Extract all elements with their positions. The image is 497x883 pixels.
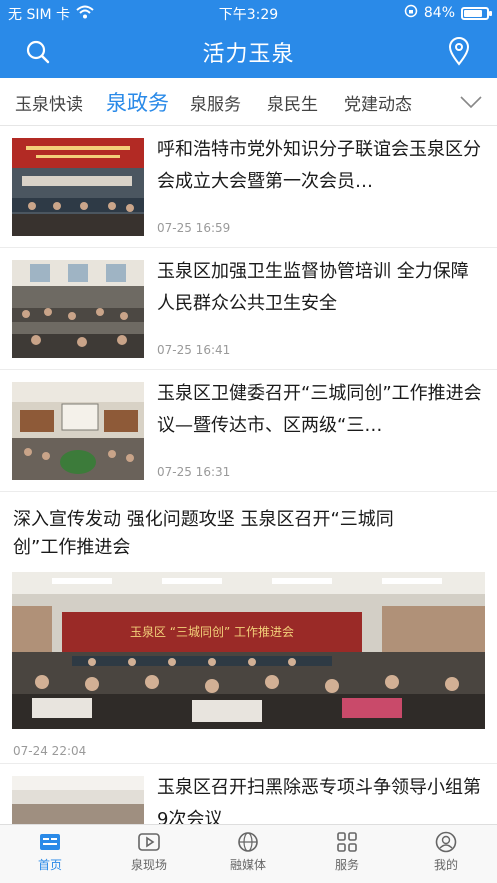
- tab-home[interactable]: 首页: [10, 831, 90, 873]
- news-title: 玉泉区加强卫生监督协管培训 全力保障人民群众公共卫生安全: [157, 261, 469, 314]
- news-time: 07-25 16:31: [157, 465, 231, 479]
- tab-quan-minsheng[interactable]: 泉民生: [267, 90, 318, 115]
- news-item[interactable]: 玉泉区卫健委召开“三城同创”工作推进会议—暨传达市、区两级“三… 07-25 1…: [0, 370, 497, 492]
- news-thumbnail: [12, 776, 144, 824]
- news-thumbnail: [12, 382, 144, 480]
- banner-text: 玉泉区 “三城同创” 工作推进会: [130, 625, 294, 639]
- tab-fuwu[interactable]: 服务: [307, 831, 387, 873]
- news-time: 07-25 16:41: [157, 343, 231, 357]
- news-item[interactable]: 玉泉区加强卫生监督协管培训 全力保障人民群众公共卫生安全 07-25 16:41: [0, 248, 497, 370]
- bottom-tab-bar: 首页 泉现场 融媒体 服务 我的: [0, 824, 497, 883]
- tab-yuquan-kuaidu[interactable]: 玉泉快读: [15, 90, 83, 115]
- home-icon: [40, 834, 60, 850]
- globe-icon: [238, 832, 258, 852]
- tab-label: 首页: [37, 858, 62, 872]
- tab-label: 泉现场: [130, 858, 167, 872]
- news-title: 玉泉区召开扫黑除恶专项斗争领导小组第9次会议: [157, 777, 481, 824]
- orientation-lock-icon: [404, 4, 418, 22]
- tab-label: 服务: [334, 858, 359, 872]
- user-icon: [435, 831, 457, 853]
- tab-quan-fuwu[interactable]: 泉服务: [190, 90, 241, 115]
- tab-label: 融媒体: [229, 858, 266, 872]
- tab-quan-xianchang[interactable]: 泉现场: [109, 831, 189, 873]
- app-header: 活力玉泉: [0, 28, 497, 76]
- tab-wode[interactable]: 我的: [406, 831, 486, 873]
- tab-dangjian-dongtai[interactable]: 党建动态: [344, 90, 412, 115]
- news-item[interactable]: 呼和浩特市党外知识分子联谊会玉泉区分会成立大会暨第一次会员… 07-25 16:…: [0, 126, 497, 248]
- news-title: 呼和浩特市党外知识分子联谊会玉泉区分会成立大会暨第一次会员…: [157, 139, 481, 192]
- news-thumbnail: [12, 260, 144, 358]
- chevron-down-icon[interactable]: [459, 92, 483, 112]
- news-item[interactable]: 玉泉区召开扫黑除恶专项斗争领导小组第9次会议: [0, 764, 497, 824]
- news-thumbnail: [12, 138, 144, 236]
- news-time: 07-24 22:04: [13, 744, 87, 758]
- news-time: 07-25 16:59: [157, 221, 231, 235]
- tab-rongmeiti[interactable]: 融媒体: [208, 831, 288, 873]
- news-title: 深入宣传发动 强化问题攻坚 玉泉区召开“三城同创”工作推进会: [13, 509, 394, 558]
- video-play-icon: [138, 833, 160, 851]
- grid-icon: [337, 832, 357, 852]
- news-title: 玉泉区卫健委召开“三城同创”工作推进会议—暨传达市、区两级“三…: [157, 383, 482, 436]
- category-tabs: 玉泉快读 泉政务 泉服务 泉民生 党建动态: [0, 78, 497, 126]
- news-item-featured[interactable]: 深入宣传发动 强化问题攻坚 玉泉区召开“三城同创”工作推进会 玉泉区 “三城同创…: [0, 492, 497, 764]
- tab-label: 我的: [433, 858, 458, 872]
- status-bar: 无 SIM 卡 下午3:29 84%: [0, 0, 497, 26]
- tab-quan-zhengwu[interactable]: 泉政务: [106, 87, 169, 117]
- top-bar: 无 SIM 卡 下午3:29 84% 活力玉泉: [0, 0, 497, 78]
- news-featured-image: 玉泉区 “三城同创” 工作推进会: [12, 572, 485, 729]
- app-title: 活力玉泉: [202, 42, 295, 67]
- battery-percent: 84%: [423, 5, 455, 21]
- battery-icon: [461, 6, 492, 20]
- location-pin-icon[interactable]: [445, 36, 473, 66]
